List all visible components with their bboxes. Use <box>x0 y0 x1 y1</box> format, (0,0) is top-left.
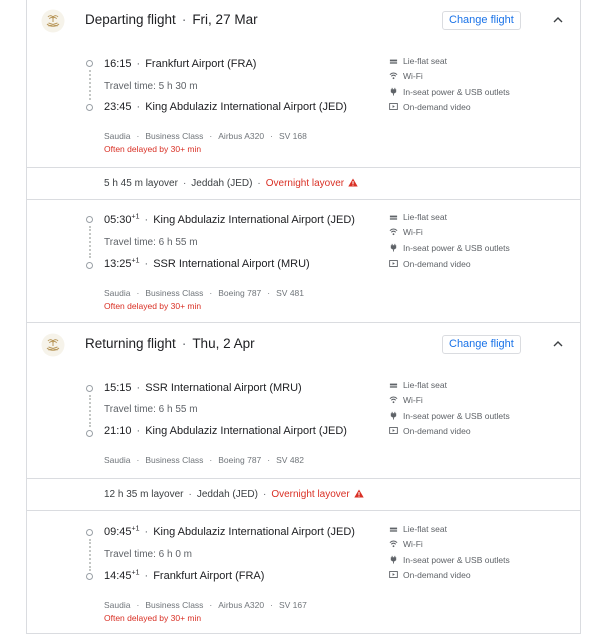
travel-time: Travel time: 6 h 55 m <box>104 237 198 248</box>
departure-dot <box>86 216 93 223</box>
lie-flat-seat-icon <box>389 383 398 388</box>
returning-flight-card: Returning flight · Thu, 2 Apr Change fligh… <box>26 322 581 634</box>
layover-city: Jeddah (JED) <box>191 178 253 189</box>
video-icon <box>389 571 398 578</box>
power-plug-icon <box>390 555 397 564</box>
overnight-layover-warning: Overnight layover <box>271 489 350 500</box>
delay-warning: Often delayed by 30+ min <box>104 613 202 623</box>
amenity-wifi: Wi-Fi <box>389 539 423 549</box>
layover-duration: 12 h 35 m layover <box>104 489 184 500</box>
amenity-seat: Lie-flat seat <box>389 524 447 534</box>
video-icon <box>389 260 398 267</box>
flight-details: Saudia · Business Class · Boeing 787 · SV 481 <box>104 288 305 298</box>
warning-triangle-icon <box>354 489 364 498</box>
departure-dot <box>86 60 93 67</box>
flight-details: Saudia · Business Class · Airbus A320 · SV 168 <box>104 131 307 141</box>
amenity-video: On-demand video <box>389 570 471 580</box>
layover-row: 5 h 45 m layover · Jeddah (JED) · Overnight … <box>27 167 580 200</box>
overnight-layover-warning: Overnight layover <box>265 178 345 189</box>
arrival-row: 23:45 · King Abdulaziz International Airpo… <box>104 101 347 113</box>
chevron-up-icon[interactable] <box>551 13 565 27</box>
returning-date: Thu, 2 Apr <box>192 336 255 351</box>
delay-warning: Often delayed by 30+ min <box>104 301 202 311</box>
amenity-seat: Lie-flat seat <box>389 212 447 222</box>
departing-title: Departing flight · Fri, 27 Mar <box>85 12 258 27</box>
arrival-dot <box>86 262 93 269</box>
departure-dot <box>86 385 93 392</box>
amenity-video: On-demand video <box>389 102 471 112</box>
video-icon <box>389 103 398 110</box>
layover-duration: 5 h 45 m layover <box>104 178 178 189</box>
layover-row: 12 h 35 m layover · Jeddah (JED) · Overnight… <box>27 478 580 511</box>
amenity-power: In-seat power & USB outlets <box>389 411 510 421</box>
arrival-row: 13:25+1 · SSR International Airport (MRU) <box>104 257 310 270</box>
travel-time: Travel time: 6 h 55 m <box>104 404 198 415</box>
departure-row: 15:15 · SSR International Airport (MRU) <box>104 382 302 394</box>
arrival-dot <box>86 573 93 580</box>
amenity-video: On-demand video <box>389 426 471 436</box>
departing-header[interactable]: Departing flight · Fri, 27 Mar Change flig… <box>27 0 580 43</box>
arrival-row: 21:10 · King Abdulaziz International Airpo… <box>104 425 347 437</box>
departing-date: Fri, 27 Mar <box>192 12 258 27</box>
wifi-icon <box>389 396 398 404</box>
delay-warning: Often delayed by 30+ min <box>104 144 202 154</box>
amenity-power: In-seat power & USB outlets <box>389 243 510 253</box>
power-plug-icon <box>390 87 397 96</box>
travel-time: Travel time: 6 h 0 m <box>104 549 192 560</box>
flight-details: Saudia · Business Class · Airbus A320 · SV 167 <box>104 600 307 610</box>
chevron-up-icon[interactable] <box>551 337 565 351</box>
route-line <box>89 539 91 571</box>
layover-city: Jeddah (JED) <box>196 489 258 500</box>
travel-time: Travel time: 5 h 30 m <box>104 81 198 92</box>
amenity-wifi: Wi-Fi <box>389 227 423 237</box>
lie-flat-seat-icon <box>389 215 398 220</box>
returning-change-flight-button[interactable]: Change flight <box>442 335 521 354</box>
amenity-seat: Lie-flat seat <box>389 380 447 390</box>
amenity-power: In-seat power & USB outlets <box>389 87 510 97</box>
arrival-dot <box>86 430 93 437</box>
saudia-logo-icon <box>41 9 65 33</box>
returning-title: Returning flight · Thu, 2 Apr <box>85 336 255 351</box>
wifi-icon <box>389 228 398 236</box>
power-plug-icon <box>390 411 397 420</box>
warning-triangle-icon <box>348 178 358 187</box>
wifi-icon <box>389 540 398 548</box>
departing-change-flight-button[interactable]: Change flight <box>442 11 521 30</box>
route-line <box>89 226 91 258</box>
amenity-wifi: Wi-Fi <box>389 71 423 81</box>
flight-details: Saudia · Business Class · Boeing 787 · SV 482 <box>104 455 305 465</box>
amenity-seat: Lie-flat seat <box>389 56 447 66</box>
departure-row: 16:15 · Frankfurt Airport (FRA) <box>104 58 257 70</box>
lie-flat-seat-icon <box>389 59 398 64</box>
departure-row: 09:45+1 · King Abdulaziz International Air… <box>104 525 355 538</box>
departing-flight-card: Departing flight · Fri, 27 Mar Change flig… <box>26 0 581 323</box>
departure-dot <box>86 529 93 536</box>
saudia-logo-icon <box>41 333 65 357</box>
amenity-wifi: Wi-Fi <box>389 395 423 405</box>
arrival-row: 14:45+1 · Frankfurt Airport (FRA) <box>104 569 265 582</box>
route-line <box>89 70 91 100</box>
wifi-icon <box>389 72 398 80</box>
video-icon <box>389 427 398 434</box>
arrival-dot <box>86 104 93 111</box>
returning-header[interactable]: Returning flight · Thu, 2 Apr Change fligh… <box>27 323 580 367</box>
power-plug-icon <box>390 243 397 252</box>
amenity-video: On-demand video <box>389 259 471 269</box>
departure-row: 05:30+1 · King Abdulaziz International Air… <box>104 213 355 226</box>
route-line <box>89 395 91 427</box>
lie-flat-seat-icon <box>389 527 398 532</box>
amenity-power: In-seat power & USB outlets <box>389 555 510 565</box>
